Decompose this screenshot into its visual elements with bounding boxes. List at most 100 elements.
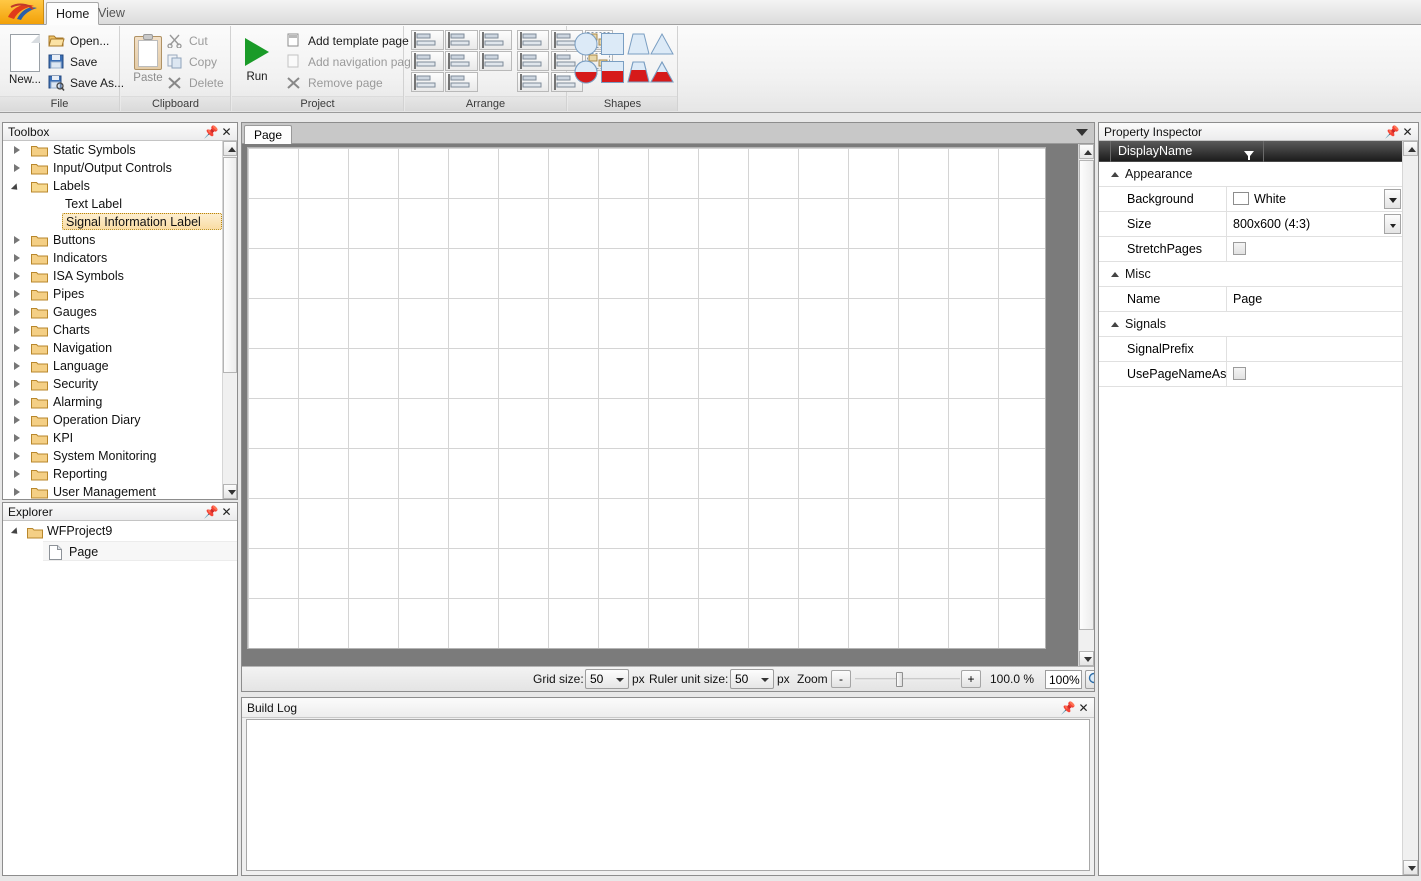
shape-rectangle-button[interactable] xyxy=(600,31,625,57)
copy-button[interactable]: Copy xyxy=(165,52,217,72)
filter-icon[interactable] xyxy=(1244,147,1253,156)
collapsed-arrow-icon[interactable] xyxy=(14,362,20,370)
align-bottom-button[interactable] xyxy=(479,51,512,71)
toolbox-item-security[interactable]: Security xyxy=(3,375,222,393)
toolbox-item-reporting[interactable]: Reporting xyxy=(3,465,222,483)
property-scroll-down-button[interactable] xyxy=(1403,860,1418,875)
property-row-stretchpages[interactable]: StretchPages xyxy=(1099,237,1402,262)
toolbox-item-isa-symbols[interactable]: ISA Symbols xyxy=(3,267,222,285)
property-category-appearance[interactable]: Appearance xyxy=(1099,162,1402,187)
build-log-content[interactable] xyxy=(246,719,1090,871)
toolbox-item-pipes[interactable]: Pipes xyxy=(3,285,222,303)
close-icon[interactable]: ✕ xyxy=(220,123,233,141)
expand-arrow-icon[interactable] xyxy=(11,527,20,536)
property-value-cell[interactable]: White xyxy=(1228,187,1402,211)
open-button[interactable]: Open... xyxy=(46,31,109,51)
size-to-width-button[interactable] xyxy=(517,72,549,92)
run-button[interactable]: Run xyxy=(234,30,280,83)
collapsed-arrow-icon[interactable] xyxy=(14,272,20,280)
toolbox-scroll-down-button[interactable] xyxy=(223,484,237,499)
design-canvas-area[interactable]: Grid size: 50 px Ruler unit size: 50 px … xyxy=(242,144,1094,691)
collapsed-arrow-icon[interactable] xyxy=(14,164,20,172)
save-button[interactable]: Save xyxy=(46,52,97,72)
property-category-signals[interactable]: Signals xyxy=(1099,312,1402,337)
canvas-scroll-down-button[interactable] xyxy=(1079,651,1094,666)
canvas-scroll-up-button[interactable] xyxy=(1079,144,1094,159)
canvas-vertical-scrollbar[interactable] xyxy=(1078,144,1094,666)
toolbox-item-kpi[interactable]: KPI xyxy=(3,429,222,447)
property-row-background[interactable]: BackgroundWhite xyxy=(1099,187,1402,212)
bring-to-front-button[interactable] xyxy=(517,51,549,71)
collapsed-arrow-icon[interactable] xyxy=(14,146,20,154)
save-as-button[interactable]: Save As... xyxy=(46,73,124,93)
collapsed-arrow-icon[interactable] xyxy=(14,326,20,334)
property-row-name[interactable]: NamePage xyxy=(1099,287,1402,312)
collapsed-arrow-icon[interactable] xyxy=(14,470,20,478)
ruler-unit-combobox[interactable]: 50 xyxy=(730,669,774,689)
toolbox-item-signal-information-label[interactable]: Signal Information Label xyxy=(3,213,222,231)
collapse-caret-icon[interactable] xyxy=(1111,322,1119,327)
tab-page[interactable]: Page xyxy=(244,125,292,145)
toolbox-scroll-thumb[interactable] xyxy=(223,157,237,373)
align-right-button[interactable] xyxy=(479,30,512,50)
shape-circle-button[interactable] xyxy=(574,31,599,57)
pin-icon[interactable]: 📌 xyxy=(204,503,217,521)
zoom-out-button[interactable]: - xyxy=(831,670,851,688)
close-icon[interactable]: ✕ xyxy=(220,503,233,521)
toolbox-item-input-output-controls[interactable]: Input/Output Controls xyxy=(3,159,222,177)
collapsed-arrow-icon[interactable] xyxy=(14,290,20,298)
toolbox-item-operation-diary[interactable]: Operation Diary xyxy=(3,411,222,429)
collapsed-arrow-icon[interactable] xyxy=(14,308,20,316)
toolbox-item-navigation[interactable]: Navigation xyxy=(3,339,222,357)
toolbox-tree[interactable]: Static SymbolsInput/Output ControlsLabel… xyxy=(3,141,222,499)
remove-page-button[interactable]: Remove page xyxy=(284,73,383,93)
collapsed-arrow-icon[interactable] xyxy=(14,344,20,352)
toolbox-item-gauges[interactable]: Gauges xyxy=(3,303,222,321)
property-checkbox[interactable] xyxy=(1233,242,1246,255)
distribute-vertical-button[interactable] xyxy=(445,72,478,92)
zoom-slider-thumb[interactable] xyxy=(896,672,903,687)
toolbox-item-language[interactable]: Language xyxy=(3,357,222,375)
add-template-page-button[interactable]: Add template page xyxy=(284,31,409,51)
dropdown-button[interactable] xyxy=(1384,214,1401,234)
shape-circle-filled-button[interactable] xyxy=(574,59,599,85)
zoom-value-box[interactable]: 100% xyxy=(1045,670,1082,689)
delete-button[interactable]: Delete xyxy=(165,73,224,93)
align-center-horizontal-button[interactable] xyxy=(445,30,478,50)
add-navigation-page-button[interactable]: Add navigation page xyxy=(284,52,417,72)
property-category-misc[interactable]: Misc xyxy=(1099,262,1402,287)
application-logo-icon[interactable] xyxy=(0,0,44,24)
zoom-in-button[interactable]: + xyxy=(961,670,981,688)
property-grid-rows[interactable]: AppearanceBackgroundWhiteSize800x600 (4:… xyxy=(1099,162,1402,875)
explorer-root-node[interactable]: WFProject9 xyxy=(3,521,237,541)
magnifier-icon[interactable] xyxy=(1085,670,1094,689)
collapsed-arrow-icon[interactable] xyxy=(14,398,20,406)
shape-trapezoid-filled-button[interactable] xyxy=(626,59,651,85)
design-page-surface[interactable] xyxy=(247,147,1046,649)
property-value-cell[interactable] xyxy=(1228,337,1402,361)
toolbox-item-static-symbols[interactable]: Static Symbols xyxy=(3,141,222,159)
property-grid-column-displayname[interactable]: DisplayName xyxy=(1112,141,1264,162)
ribbon-tab-view[interactable]: View xyxy=(89,2,134,25)
property-value-cell[interactable] xyxy=(1228,362,1402,386)
toolbox-item-alarming[interactable]: Alarming xyxy=(3,393,222,411)
toolbox-item-indicators[interactable]: Indicators xyxy=(3,249,222,267)
close-icon[interactable]: ✕ xyxy=(1077,699,1090,717)
toolbox-item-charts[interactable]: Charts xyxy=(3,321,222,339)
new-button[interactable]: New... xyxy=(2,30,48,86)
collapsed-arrow-icon[interactable] xyxy=(14,416,20,424)
expanded-arrow-icon[interactable] xyxy=(11,183,20,192)
collapsed-arrow-icon[interactable] xyxy=(14,452,20,460)
collapsed-arrow-icon[interactable] xyxy=(14,380,20,388)
property-value-cell[interactable] xyxy=(1228,237,1402,261)
close-icon[interactable]: ✕ xyxy=(1401,123,1414,141)
shape-triangle-filled-button[interactable] xyxy=(650,59,675,85)
collapsed-arrow-icon[interactable] xyxy=(14,254,20,262)
property-checkbox[interactable] xyxy=(1233,367,1246,380)
toolbox-item-buttons[interactable]: Buttons xyxy=(3,231,222,249)
collapse-caret-icon[interactable] xyxy=(1111,272,1119,277)
explorer-tree[interactable]: WFProject9 Page xyxy=(3,521,237,875)
dropdown-button[interactable] xyxy=(1384,189,1401,209)
shape-triangle-button[interactable] xyxy=(650,31,675,57)
chevron-down-icon[interactable] xyxy=(1076,129,1088,136)
